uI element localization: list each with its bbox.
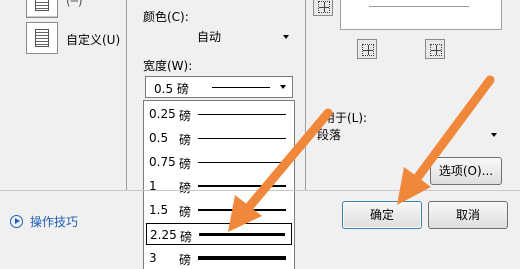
apply-to-combo[interactable]: 段落 [313, 124, 503, 146]
chevron-down-icon [280, 85, 286, 89]
border-bottom-left-button[interactable] [357, 39, 377, 59]
width-sample-line [212, 87, 270, 88]
custom-setting-icon[interactable] [26, 22, 58, 54]
width-option[interactable]: 3 磅 [146, 247, 292, 269]
ok-button[interactable]: 确定 [342, 201, 422, 229]
width-value: 0.5 磅 [154, 82, 189, 96]
annotation-arrow-head-2 [397, 167, 431, 205]
tips-link[interactable]: 操作技巧 [30, 213, 78, 230]
preview-pane [340, 0, 502, 30]
play-icon[interactable] [10, 215, 23, 228]
setting-preview-top-icon[interactable] [26, 0, 58, 18]
width-label: 宽度(W): [143, 59, 193, 73]
width-option[interactable]: 0.25 磅 [146, 103, 292, 125]
apply-to-value: 段落 [317, 128, 342, 142]
width-dropdown-list[interactable]: 0.25 磅 0.5 磅 0.75 磅 1 磅 1.5 磅 2.25 磅 3 磅 [143, 100, 295, 269]
left-divider [126, 0, 127, 190]
chevron-down-icon [491, 133, 497, 137]
width-option[interactable]: 1.5 磅 [146, 199, 292, 221]
setting-top-label-partial: (─) [66, 0, 83, 8]
chevron-down-icon [283, 35, 289, 39]
border-left-button[interactable] [313, 0, 333, 16]
border-bottom-right-button[interactable] [425, 39, 445, 59]
width-option[interactable]: 0.5 磅 [146, 127, 292, 149]
width-option-selected[interactable]: 2.25 磅 [146, 223, 292, 245]
width-option[interactable]: 1 磅 [146, 175, 292, 197]
width-combo[interactable]: 0.5 磅 [145, 76, 293, 98]
color-combo[interactable]: 自动 [143, 26, 295, 48]
cancel-button[interactable]: 取消 [428, 201, 508, 229]
options-button[interactable]: 选项(O)... [430, 157, 502, 185]
color-label: 颜色(C): [143, 10, 189, 24]
bottom-divider [0, 190, 520, 191]
middle-divider [305, 0, 306, 190]
width-option[interactable]: 0.75 磅 [146, 151, 292, 173]
color-value: 自动 [196, 30, 221, 44]
custom-setting-label[interactable]: 自定义(U) [66, 31, 120, 48]
